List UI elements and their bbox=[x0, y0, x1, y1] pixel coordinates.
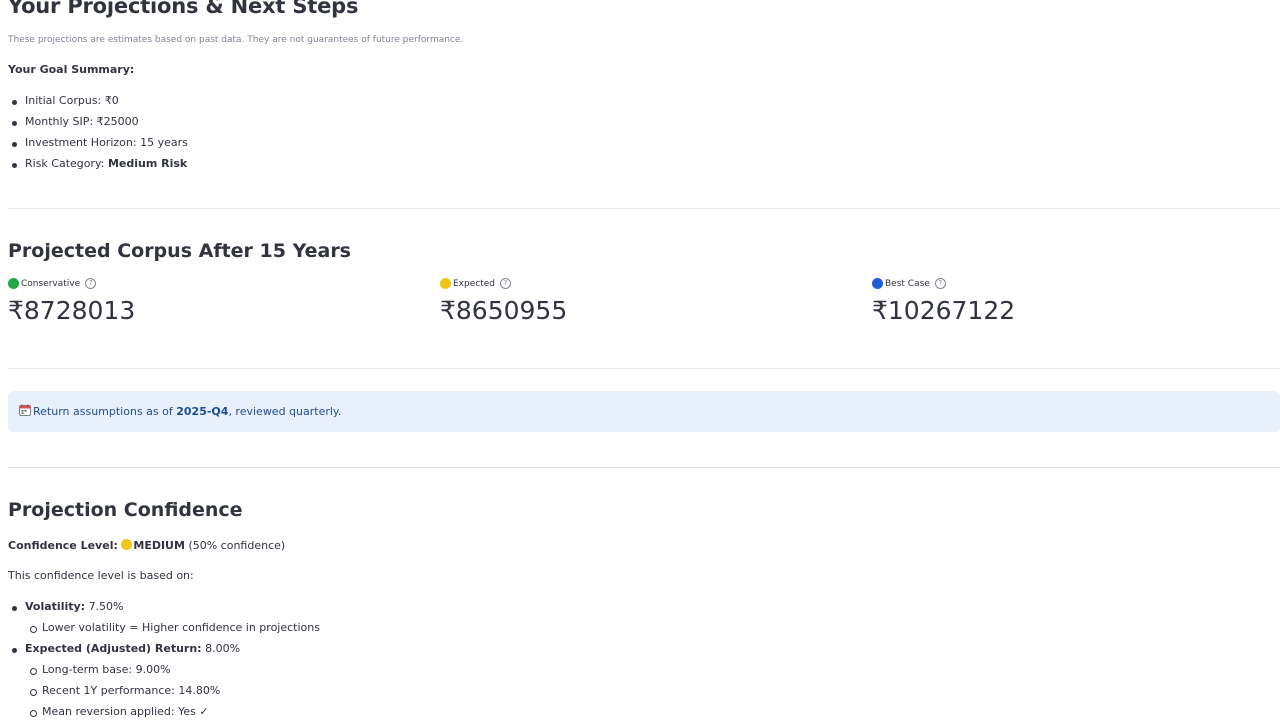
goal-item-value: 15 years bbox=[140, 136, 188, 149]
return-value: 8.00% bbox=[205, 642, 241, 655]
page-title: Your Projections & Next Steps bbox=[8, 0, 359, 18]
goal-item-value: ₹25000 bbox=[96, 115, 139, 128]
confidence-basis-text: This confidence level is based on: bbox=[8, 569, 194, 582]
info-alert-suffix: , reviewed quarterly. bbox=[228, 405, 342, 418]
goal-summary-item: Initial Corpus: ₹0 bbox=[12, 94, 119, 107]
list-item: Recent 1Y performance: 14.80% bbox=[29, 684, 221, 697]
projection-disclaimer: These projections are estimates based on… bbox=[8, 35, 464, 45]
goal-summary-item: Investment Horizon: 15 years bbox=[12, 136, 188, 149]
help-icon[interactable]: ? bbox=[85, 278, 97, 289]
metric-value: ₹8728013 bbox=[8, 296, 136, 325]
metric-label-text: Best Case bbox=[885, 278, 930, 289]
confidence-level-label: Confidence Level: bbox=[8, 539, 118, 552]
goal-item-value: ₹0 bbox=[104, 94, 119, 107]
return-label: Expected (Adjusted) Return: bbox=[25, 642, 202, 655]
yellow-circle-icon bbox=[121, 539, 133, 550]
list-item: Expected (Adjusted) Return: 8.00% bbox=[11, 642, 241, 655]
help-icon[interactable]: ? bbox=[500, 278, 511, 289]
green-circle-icon bbox=[8, 278, 19, 289]
yellow-circle-icon bbox=[440, 278, 451, 289]
confidence-level-line: Confidence Level: MEDIUM (50% confidence… bbox=[8, 539, 285, 552]
list-item: Long-term base: 9.00% bbox=[30, 663, 171, 676]
confidence-level-note: (50% confidence) bbox=[188, 539, 286, 552]
confidence-level-value: MEDIUM bbox=[133, 539, 185, 552]
projection-confidence-heading: Projection Confidence bbox=[8, 499, 243, 521]
goal-item-value: Medium Risk bbox=[107, 157, 188, 170]
metric-label-text: Conservative bbox=[21, 278, 81, 289]
help-icon[interactable]: ? bbox=[934, 278, 946, 289]
blue-circle-icon bbox=[872, 278, 883, 289]
info-alert-prefix: Return assumptions as of bbox=[33, 405, 177, 418]
goal-item-label: Monthly SIP: bbox=[25, 115, 94, 128]
goal-item-label: Risk Category: bbox=[25, 157, 105, 170]
calendar-icon bbox=[19, 404, 31, 416]
metric-label: Conservative ? bbox=[8, 278, 97, 289]
goal-summary-item: Monthly SIP: ₹25000 bbox=[12, 115, 139, 128]
list-item: Volatility: 7.50% bbox=[12, 600, 124, 613]
divider bbox=[8, 368, 1280, 369]
list-item: Mean reversion applied: Yes ✓ bbox=[30, 705, 209, 718]
projected-corpus-heading: Projected Corpus After 15 Years bbox=[8, 240, 351, 262]
metric-label: Best Case ? bbox=[872, 278, 946, 289]
metric-label: Expected ? bbox=[440, 278, 511, 289]
metric-label-text: Expected bbox=[453, 278, 495, 289]
metric-value: ₹8650955 bbox=[440, 296, 568, 325]
info-alert-quarter: 2025-Q4 bbox=[176, 405, 229, 418]
goal-item-label: Investment Horizon: bbox=[25, 136, 137, 149]
volatility-value: 7.50% bbox=[88, 600, 124, 613]
divider bbox=[8, 208, 1280, 209]
info-alert-text: Return assumptions as of 2025-Q4, review… bbox=[19, 404, 341, 418]
goal-summary-item: Risk Category: Medium Risk bbox=[11, 157, 188, 170]
goal-summary-heading: Your Goal Summary: bbox=[8, 63, 135, 76]
divider bbox=[8, 467, 1280, 468]
list-item: Lower volatility = Higher confidence in … bbox=[30, 621, 320, 634]
metric-value: ₹10267122 bbox=[872, 296, 1016, 325]
info-alert: Return assumptions as of 2025-Q4, review… bbox=[8, 391, 1280, 432]
goal-item-label: Initial Corpus: bbox=[25, 94, 102, 107]
volatility-label: Volatility: bbox=[25, 600, 86, 613]
